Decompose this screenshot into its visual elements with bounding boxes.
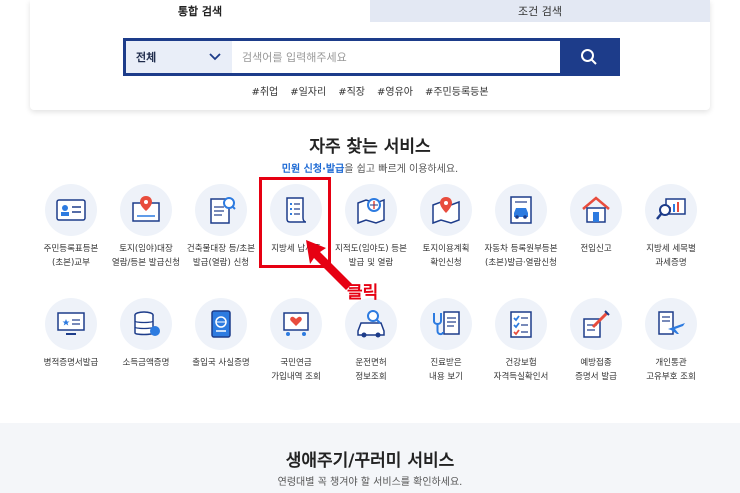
coin-stack-icon bbox=[134, 311, 160, 336]
land-map-pin-icon bbox=[132, 196, 160, 222]
service-item[interactable]: 주민등록표등본 (초본)교부 bbox=[31, 184, 111, 270]
service-item[interactable]: 전입신고 bbox=[556, 184, 636, 256]
id-card-icon bbox=[56, 199, 86, 221]
driver-car-icon bbox=[357, 310, 385, 338]
search-card: 통합 검색 조건 검색 전체 #취업 #일자리 #직장 #영유아 #주민등록등본 bbox=[30, 0, 710, 110]
service-item[interactable]: 자동차 등록원부등본 (초본)발급·열람신청 bbox=[481, 184, 561, 270]
tag-link[interactable]: #일자리 bbox=[290, 83, 326, 98]
lifecycle-services-subtitle: 연령대별 꼭 챙겨야 할 서비스를 확인하세요. bbox=[277, 477, 463, 488]
pension-heart-icon bbox=[283, 312, 309, 336]
chart-magnifier-icon bbox=[656, 198, 686, 220]
annotation-click-label: 클릭 bbox=[347, 283, 379, 303]
search-scope-label: 전체 bbox=[136, 51, 157, 64]
airplane-receipt-icon bbox=[658, 311, 685, 335]
tag-link[interactable]: #직장 bbox=[338, 83, 365, 98]
search-bar: 전체 bbox=[123, 38, 620, 76]
service-label: 지방세 세목별 과세증명 bbox=[646, 244, 696, 268]
service-item[interactable]: 국민연금 가입내역 조회 bbox=[256, 298, 336, 384]
service-item[interactable]: 지방세 세목별 과세증명 bbox=[631, 184, 711, 270]
tab-integrated-search[interactable]: 통합 검색 bbox=[30, 0, 370, 22]
search-input[interactable] bbox=[232, 41, 560, 73]
search-button[interactable] bbox=[560, 41, 617, 73]
service-item[interactable]: 병적증명서발급 bbox=[31, 298, 111, 370]
search-scope-select[interactable]: 전체 bbox=[126, 41, 232, 73]
service-label: 소득금액증명 bbox=[122, 358, 170, 368]
chevron-down-icon bbox=[209, 53, 221, 61]
service-item[interactable]: 건축물대장 등/초본 발급(열람) 신청 bbox=[181, 184, 261, 270]
service-label: 토지이용계획 확인신청 bbox=[422, 244, 470, 268]
tag-link[interactable]: #주민등록등본 bbox=[425, 83, 489, 98]
subtitle-rest: 을 쉽고 빠르게 이용하세요. bbox=[344, 164, 459, 175]
service-label: 진료받은 내용 보기 bbox=[429, 358, 463, 382]
stethoscope-clipboard-icon bbox=[433, 311, 460, 336]
service-label: 자동차 등록원부등본 (초본)발급·열람신청 bbox=[484, 244, 558, 268]
tag-link[interactable]: #영유아 bbox=[377, 83, 413, 98]
checklist-icon bbox=[510, 311, 532, 338]
service-item[interactable]: 개인통관 고유부호 조회 bbox=[631, 298, 711, 384]
search-icon bbox=[580, 49, 597, 65]
service-item[interactable]: 토지(임야)대장 열람/등본 발급신청 bbox=[106, 184, 186, 270]
frequent-services-subtitle: 민원 신청·발급을 쉽고 빠르게 이용하세요. bbox=[0, 160, 740, 175]
house-icon bbox=[582, 196, 610, 223]
service-item[interactable]: 건강보험 자격득실확인서 bbox=[481, 298, 561, 384]
service-item[interactable]: 소득금액증명 bbox=[106, 298, 186, 370]
service-label: 토지(임야)대장 열람/등본 발급신청 bbox=[111, 244, 181, 268]
popular-tags: #취업 #일자리 #직장 #영유아 #주민등록등본 bbox=[30, 83, 710, 98]
service-item[interactable]: 예방접종 증명서 발급 bbox=[556, 298, 636, 384]
service-label: 예방접종 증명서 발급 bbox=[575, 358, 617, 382]
document-search-icon bbox=[210, 197, 236, 224]
service-label: 건강보험 자격득실확인서 bbox=[493, 358, 549, 382]
cadastral-map-icon bbox=[357, 198, 385, 225]
service-label: 건축물대장 등/초본 발급(열람) 신청 bbox=[186, 244, 256, 268]
service-label: 국민연금 가입내역 조회 bbox=[271, 358, 321, 382]
tab-condition-search[interactable]: 조건 검색 bbox=[370, 0, 710, 22]
syringe-icon bbox=[583, 310, 610, 338]
service-item[interactable]: 운전면허 정보조회 bbox=[331, 298, 411, 384]
service-label: 주민등록표등본 (초본)교부 bbox=[43, 244, 99, 268]
service-item[interactable]: 토지이용계획 확인신청 bbox=[406, 184, 486, 270]
map-pin-icon bbox=[432, 197, 460, 225]
monitor-star-icon bbox=[57, 312, 85, 335]
service-label: 개인통관 고유부호 조회 bbox=[646, 358, 696, 382]
service-label: 병적증명서발급 bbox=[43, 358, 99, 368]
lifecycle-services-title: 생애주기/꾸러미 서비스 bbox=[285, 451, 455, 471]
passport-icon bbox=[211, 310, 231, 338]
car-document-icon bbox=[510, 196, 532, 224]
service-label: 출입국 사실증명 bbox=[192, 358, 250, 368]
frequent-services-title: 자주 찾는 서비스 bbox=[309, 137, 431, 157]
service-item[interactable]: 출입국 사실증명 bbox=[181, 298, 261, 370]
subtitle-highlight: 민원 신청·발급 bbox=[281, 164, 345, 175]
service-label: 운전면허 정보조회 bbox=[355, 358, 387, 382]
service-item[interactable]: 진료받은 내용 보기 bbox=[406, 298, 486, 384]
tag-link[interactable]: #취업 bbox=[251, 83, 278, 98]
service-label: 전입신고 bbox=[580, 244, 612, 254]
